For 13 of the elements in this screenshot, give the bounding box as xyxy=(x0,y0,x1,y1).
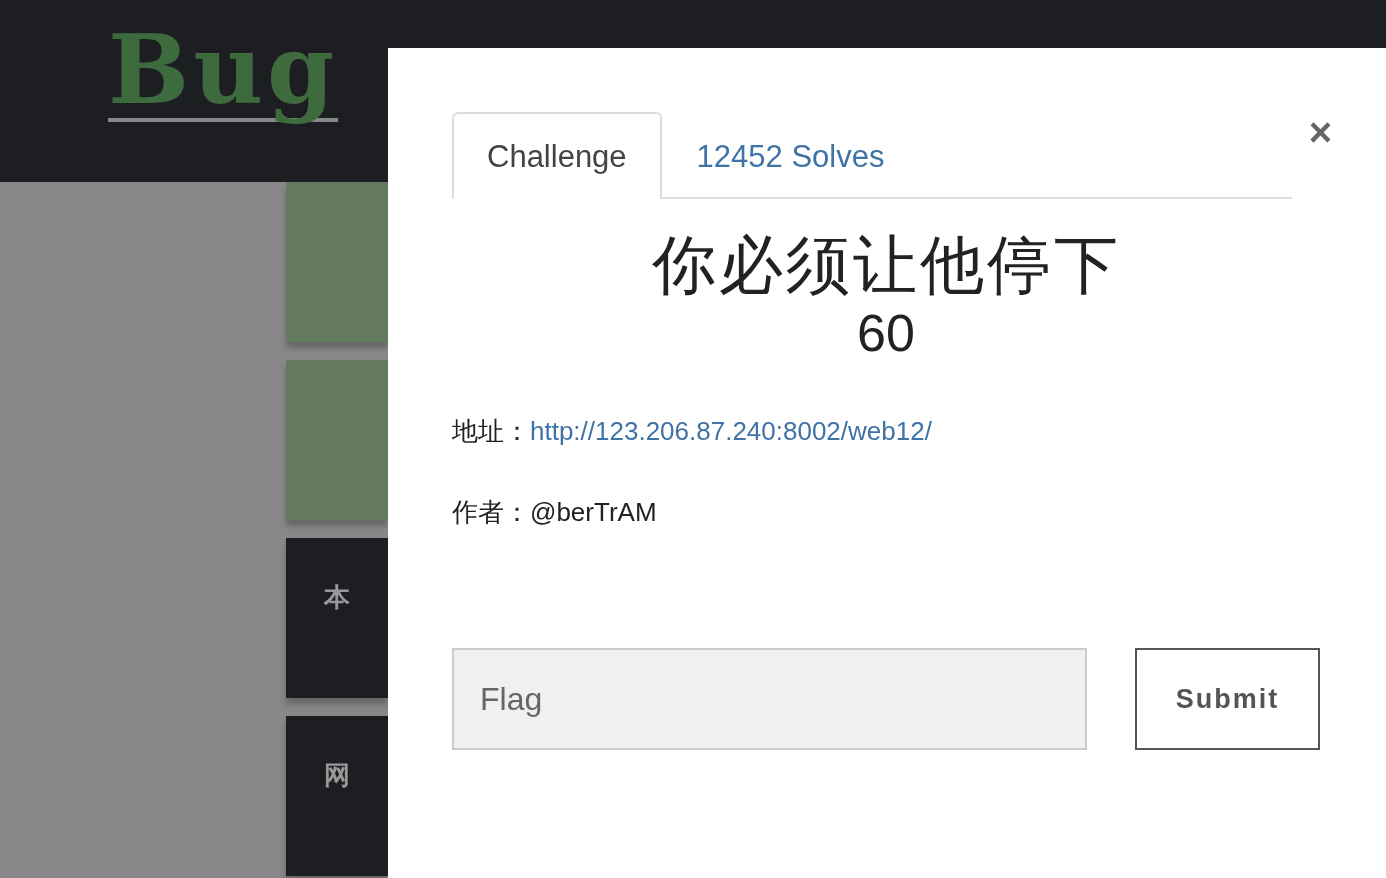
challenge-link[interactable]: http://123.206.87.240:8002/web12/ xyxy=(530,416,932,447)
challenge-title: 你必须让他停下 xyxy=(650,228,1122,303)
detail-label: 地址： xyxy=(452,416,530,447)
detail-label: 作者： xyxy=(452,497,530,528)
submit-button[interactable]: Submit xyxy=(1135,648,1320,751)
tab[interactable]: 12452 Solves xyxy=(661,112,920,199)
author-name: @berTrAM xyxy=(530,497,657,528)
tab[interactable]: Challenge xyxy=(452,112,662,199)
challenge-points: 60 xyxy=(856,303,916,365)
close-button[interactable]: × xyxy=(1308,112,1332,152)
flag-input[interactable]: Flag xyxy=(452,648,1088,751)
card-text: 网 xyxy=(324,759,350,792)
card-text: 本 xyxy=(324,581,350,614)
